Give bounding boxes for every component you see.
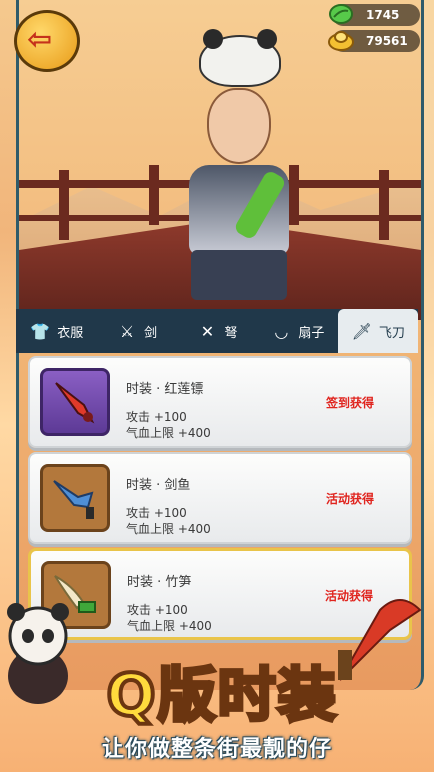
tab-clothes[interactable]: 👕 衣服 — [16, 309, 96, 353]
clothes-icon: 👕 — [30, 321, 51, 341]
list-item[interactable]: 时装 · 红莲镖 攻击 +100 气血上限 +400 签到获得 — [28, 356, 412, 448]
tab-label: 扇子 — [298, 325, 325, 341]
sword-icon: ⚔ — [119, 321, 135, 341]
bridge-post — [149, 165, 159, 225]
tab-crossbow[interactable]: ✕ 弩 — [177, 309, 257, 353]
red-lotus-dart-icon — [40, 368, 110, 436]
costume-name: 时装 · 竹笋 — [127, 575, 192, 590]
back-button[interactable]: ⇦ — [14, 10, 80, 72]
tab-label: 剑 — [144, 325, 158, 341]
source-label: 活动获得 — [325, 492, 374, 506]
character-model[interactable] — [179, 29, 299, 300]
tab-fan[interactable]: ◡ 扇子 — [257, 309, 337, 353]
character-legs — [191, 250, 287, 300]
promo-title-text: Q版时装 — [104, 659, 338, 731]
fan-icon: ◡ — [274, 321, 289, 341]
bridge-post — [379, 170, 389, 240]
gold-ingot-icon — [328, 31, 354, 51]
tab-sword[interactable]: ⚔ 剑 — [96, 309, 176, 353]
gold-amount: 79561 — [366, 34, 408, 48]
hp-stat: 气血上限 +400 — [126, 426, 211, 440]
flying-knife-icon: 🗡 — [351, 321, 372, 341]
bridge-post — [59, 170, 69, 240]
attack-stat: 攻击 +100 — [126, 506, 187, 520]
source-label: 签到获得 — [325, 396, 374, 410]
tab-label: 弩 — [224, 325, 238, 341]
tab-label: 飞刀 — [378, 325, 405, 341]
costume-name: 时装 · 红莲镖 — [126, 382, 204, 397]
back-arrow-icon: ⇦ — [27, 22, 53, 57]
category-tabs: 👕 衣服 ⚔ 剑 ✕ 弩 ◡ 扇子 🗡 飞刀 — [16, 309, 419, 353]
panda-hat — [199, 29, 281, 87]
costume-name: 时装 · 剑鱼 — [126, 478, 191, 493]
list-item[interactable]: 时装 · 剑鱼 攻击 +100 气血上限 +400 活动获得 — [28, 452, 412, 544]
gem-counter: 1745 — [329, 4, 420, 26]
hp-stat: 气血上限 +400 — [126, 522, 211, 536]
hp-stat: 气血上限 +400 — [127, 619, 212, 633]
attack-stat: 攻击 +100 — [126, 410, 187, 424]
character-face — [207, 88, 271, 164]
attack-stat: 攻击 +100 — [127, 603, 188, 617]
promo-title: Q版时装 — [56, 648, 388, 731]
gold-counter: 79561 — [328, 30, 420, 52]
gem-amount: 1745 — [366, 8, 400, 22]
tab-label: 衣服 — [57, 325, 84, 341]
crossbow-icon: ✕ — [200, 321, 215, 341]
swordfish-icon — [40, 464, 110, 532]
tab-flying-knife[interactable]: 🗡 飞刀 — [337, 309, 419, 353]
promo-slogan: 让你做整条街最靓的仔 — [101, 737, 332, 762]
